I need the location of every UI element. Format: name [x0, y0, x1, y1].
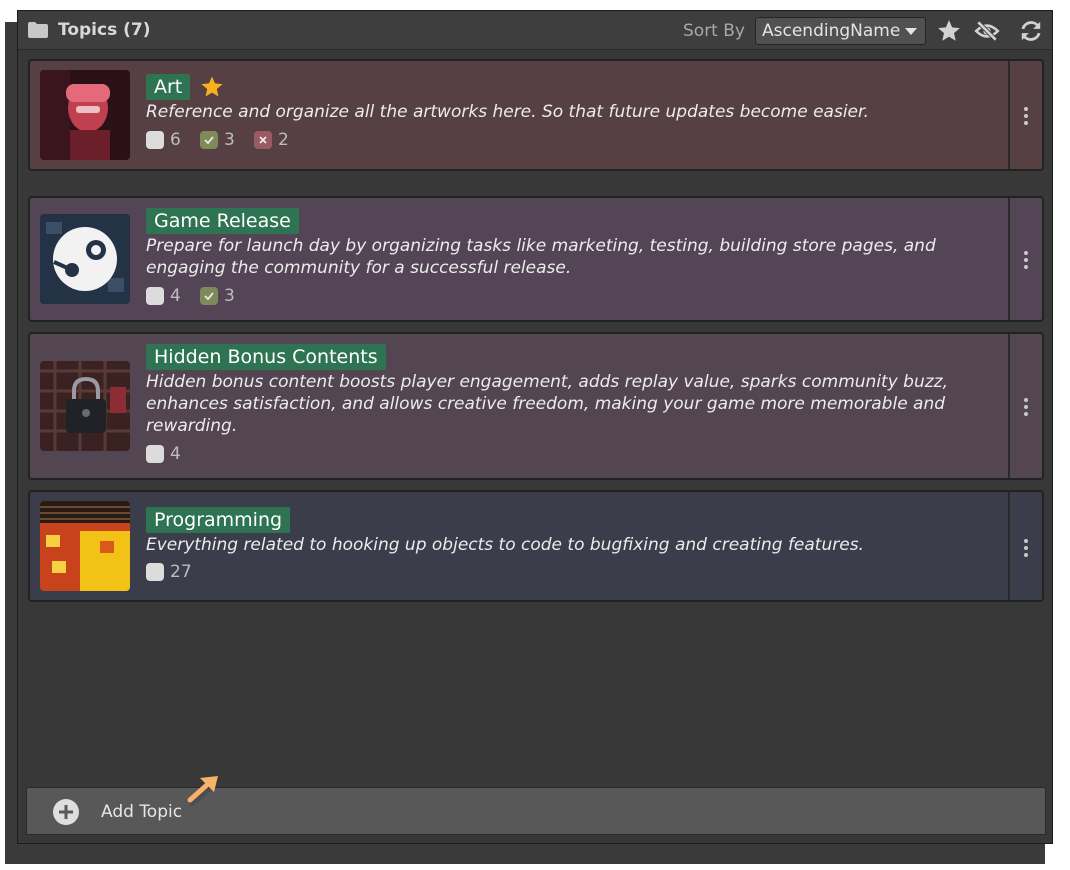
failed-tasks-icon: [254, 131, 272, 149]
refresh-icon[interactable]: [1018, 18, 1044, 44]
eye-off-icon[interactable]: [974, 18, 1000, 44]
add-topic-button[interactable]: Add Topic: [26, 787, 1046, 835]
topic-card[interactable]: Programming Everything related to hookin…: [28, 490, 1044, 602]
plus-circle-icon: [53, 799, 79, 825]
topic-description: Prepare for launch day by organizing tas…: [146, 236, 936, 278]
panel-header: Topics (7) Sort By AscendingName: [18, 11, 1052, 50]
more-options-icon[interactable]: [1008, 198, 1042, 320]
total-tasks-count: 4: [170, 444, 181, 464]
star-icon[interactable]: [936, 18, 962, 44]
sort-dropdown[interactable]: AscendingName: [755, 17, 926, 45]
topic-name-tag: Art: [146, 74, 191, 100]
total-tasks-icon: [146, 131, 164, 149]
add-topic-label: Add Topic: [101, 802, 183, 822]
folder-icon: [28, 22, 48, 38]
topic-thumbnail: [40, 501, 130, 591]
panel-title: Topics (7): [58, 20, 151, 40]
done-tasks-icon: [200, 131, 218, 149]
topics-panel: Topics (7) Sort By AscendingName Art Ref…: [17, 10, 1053, 844]
more-options-icon[interactable]: [1008, 61, 1042, 169]
done-tasks-count: 3: [224, 130, 235, 150]
arrow-pointer-icon: [187, 776, 218, 806]
topic-name-tag: Game Release: [146, 208, 299, 234]
chevron-down-icon: [905, 28, 917, 35]
total-tasks-icon: [146, 287, 164, 305]
topic-name-tag: Hidden Bonus Contents: [146, 344, 386, 370]
done-tasks-count: 3: [224, 286, 235, 306]
more-options-icon[interactable]: [1008, 334, 1042, 478]
sort-value: AscendingName: [762, 21, 901, 41]
topic-thumbnail: [40, 214, 130, 304]
favorite-star-icon[interactable]: [200, 75, 224, 99]
topic-card[interactable]: Hidden Bonus Contents Hidden bonus conte…: [28, 332, 1044, 480]
total-tasks-count: 27: [170, 562, 192, 582]
done-tasks-icon: [200, 287, 218, 305]
topic-thumbnail: [40, 361, 130, 451]
sort-label: Sort By: [683, 21, 745, 41]
topic-name-tag: Programming: [146, 507, 291, 533]
failed-tasks-count: 2: [278, 130, 289, 150]
topic-description: Reference and organize all the artworks …: [146, 102, 869, 122]
total-tasks-count: 4: [170, 286, 181, 306]
topic-thumbnail: [40, 70, 130, 160]
topic-description: Everything related to hooking up objects…: [146, 535, 864, 555]
topic-description: Hidden bonus content boosts player engag…: [146, 372, 948, 436]
total-tasks-icon: [146, 445, 164, 463]
total-tasks-icon: [146, 563, 164, 581]
total-tasks-count: 6: [170, 130, 181, 150]
more-options-icon[interactable]: [1008, 492, 1042, 600]
topic-card[interactable]: Art Reference and organize all the artwo…: [28, 59, 1044, 171]
topic-card[interactable]: Game Release Prepare for launch day by o…: [28, 196, 1044, 322]
